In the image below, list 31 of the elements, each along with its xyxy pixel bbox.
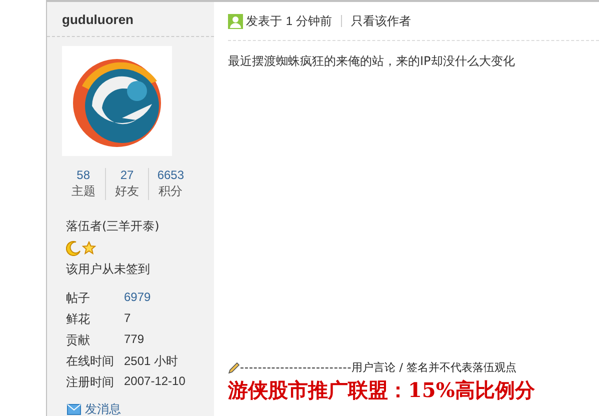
profile-value: 2007-12-10 (124, 374, 186, 390)
post-time: 发表于 1 分钟前 (246, 12, 332, 30)
user-icon (228, 14, 243, 28)
username-link[interactable]: guduluoren (62, 12, 134, 26)
signature-disclaimer: 用户言论 / 签名并不代表落伍观点 (352, 360, 516, 375)
stat-count[interactable]: 58 (76, 168, 90, 182)
profile-value-link[interactable]: 6979 (124, 290, 214, 307)
profile-label: 在线时间 (66, 353, 115, 370)
stat-count[interactable]: 27 (120, 168, 134, 182)
profile-value: 2501 小时 (124, 353, 180, 370)
post-body: 最近摆渡蜘蛛疯狂的来俺的站，来的IP却没什么大变化 (228, 54, 515, 68)
send-message-link[interactable]: 发消息 (67, 401, 214, 416)
author-only-link[interactable]: 只看该作者 (350, 12, 411, 30)
signature-text: 游侠股市推广联盟：15%高比例分 (228, 377, 536, 404)
moon-icon (66, 241, 81, 256)
profile-label: 帖子 (66, 290, 91, 307)
profile-label: 鲜花 (66, 311, 91, 328)
user-rank: 落伍者(三羊开泰) (66, 218, 160, 235)
signin-status: 该用户从未签到 (66, 261, 151, 278)
pencil-icon (228, 362, 240, 374)
stat-label[interactable]: 好友 (115, 183, 139, 200)
stat-label[interactable]: 主题 (71, 183, 96, 200)
profile-value: 7 (124, 311, 132, 327)
profile-label: 贡献 (66, 332, 91, 349)
stat-label[interactable]: 积分 (158, 183, 183, 200)
signature-divider: ------------------------- (240, 361, 352, 374)
profile-label: 注册时间 (66, 374, 115, 391)
envelope-icon (67, 404, 81, 415)
profile-value: 779 (124, 332, 146, 348)
stat-count[interactable]: 6653 (157, 168, 184, 182)
star-icon (82, 241, 96, 255)
